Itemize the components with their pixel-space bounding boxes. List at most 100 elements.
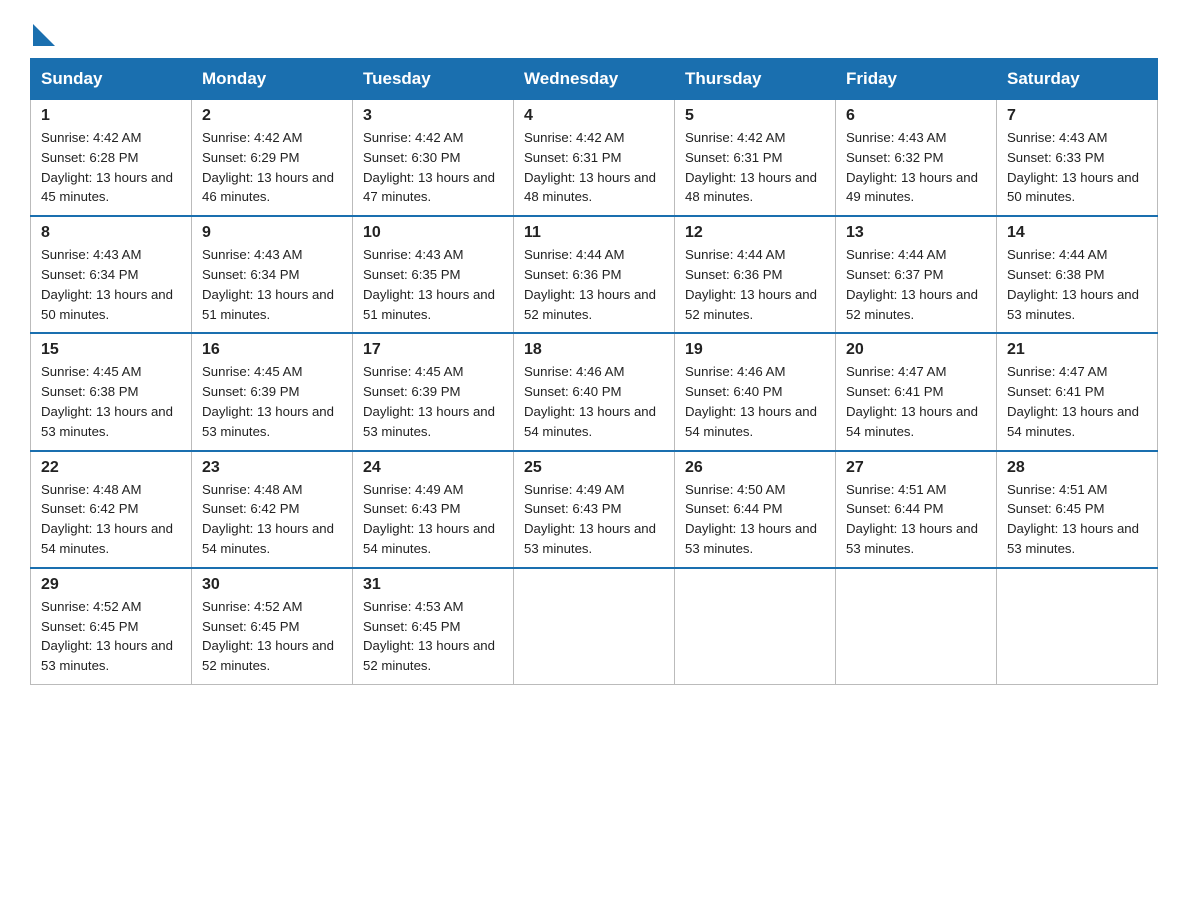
calendar-cell: 3 Sunrise: 4:42 AMSunset: 6:30 PMDayligh… [353, 100, 514, 217]
calendar-cell: 10 Sunrise: 4:43 AMSunset: 6:35 PMDaylig… [353, 216, 514, 333]
day-info: Sunrise: 4:43 AMSunset: 6:34 PMDaylight:… [41, 245, 183, 324]
day-info: Sunrise: 4:42 AMSunset: 6:31 PMDaylight:… [685, 128, 827, 207]
day-info: Sunrise: 4:46 AMSunset: 6:40 PMDaylight:… [524, 362, 666, 441]
day-number: 16 [202, 341, 344, 359]
day-number: 25 [524, 459, 666, 477]
day-info: Sunrise: 4:43 AMSunset: 6:32 PMDaylight:… [846, 128, 988, 207]
calendar-cell: 16 Sunrise: 4:45 AMSunset: 6:39 PMDaylig… [192, 333, 353, 450]
day-info: Sunrise: 4:42 AMSunset: 6:29 PMDaylight:… [202, 128, 344, 207]
day-number: 12 [685, 224, 827, 242]
day-info: Sunrise: 4:44 AMSunset: 6:37 PMDaylight:… [846, 245, 988, 324]
calendar-cell: 23 Sunrise: 4:48 AMSunset: 6:42 PMDaylig… [192, 451, 353, 568]
day-info: Sunrise: 4:48 AMSunset: 6:42 PMDaylight:… [202, 480, 344, 559]
day-info: Sunrise: 4:42 AMSunset: 6:31 PMDaylight:… [524, 128, 666, 207]
day-info: Sunrise: 4:45 AMSunset: 6:39 PMDaylight:… [202, 362, 344, 441]
day-info: Sunrise: 4:44 AMSunset: 6:36 PMDaylight:… [524, 245, 666, 324]
day-info: Sunrise: 4:50 AMSunset: 6:44 PMDaylight:… [685, 480, 827, 559]
logo [30, 20, 55, 40]
calendar-cell [997, 568, 1158, 685]
day-info: Sunrise: 4:52 AMSunset: 6:45 PMDaylight:… [202, 597, 344, 676]
day-number: 21 [1007, 341, 1149, 359]
day-number: 4 [524, 107, 666, 125]
calendar-cell: 26 Sunrise: 4:50 AMSunset: 6:44 PMDaylig… [675, 451, 836, 568]
day-number: 8 [41, 224, 183, 242]
calendar-cell: 2 Sunrise: 4:42 AMSunset: 6:29 PMDayligh… [192, 100, 353, 217]
day-number: 24 [363, 459, 505, 477]
col-header-thursday: Thursday [675, 59, 836, 100]
day-info: Sunrise: 4:51 AMSunset: 6:45 PMDaylight:… [1007, 480, 1149, 559]
calendar-cell: 21 Sunrise: 4:47 AMSunset: 6:41 PMDaylig… [997, 333, 1158, 450]
col-header-wednesday: Wednesday [514, 59, 675, 100]
day-number: 2 [202, 107, 344, 125]
calendar-cell: 9 Sunrise: 4:43 AMSunset: 6:34 PMDayligh… [192, 216, 353, 333]
calendar-week-row: 22 Sunrise: 4:48 AMSunset: 6:42 PMDaylig… [31, 451, 1158, 568]
day-number: 15 [41, 341, 183, 359]
day-info: Sunrise: 4:47 AMSunset: 6:41 PMDaylight:… [1007, 362, 1149, 441]
day-info: Sunrise: 4:43 AMSunset: 6:33 PMDaylight:… [1007, 128, 1149, 207]
logo-arrow-icon [33, 24, 55, 46]
day-number: 11 [524, 224, 666, 242]
calendar-cell: 15 Sunrise: 4:45 AMSunset: 6:38 PMDaylig… [31, 333, 192, 450]
day-info: Sunrise: 4:49 AMSunset: 6:43 PMDaylight:… [524, 480, 666, 559]
day-number: 5 [685, 107, 827, 125]
day-info: Sunrise: 4:43 AMSunset: 6:35 PMDaylight:… [363, 245, 505, 324]
day-info: Sunrise: 4:45 AMSunset: 6:39 PMDaylight:… [363, 362, 505, 441]
col-header-saturday: Saturday [997, 59, 1158, 100]
calendar-cell: 27 Sunrise: 4:51 AMSunset: 6:44 PMDaylig… [836, 451, 997, 568]
day-number: 29 [41, 576, 183, 594]
calendar-cell: 31 Sunrise: 4:53 AMSunset: 6:45 PMDaylig… [353, 568, 514, 685]
day-number: 10 [363, 224, 505, 242]
calendar-cell: 28 Sunrise: 4:51 AMSunset: 6:45 PMDaylig… [997, 451, 1158, 568]
day-number: 26 [685, 459, 827, 477]
day-info: Sunrise: 4:42 AMSunset: 6:28 PMDaylight:… [41, 128, 183, 207]
day-number: 13 [846, 224, 988, 242]
calendar-cell: 14 Sunrise: 4:44 AMSunset: 6:38 PMDaylig… [997, 216, 1158, 333]
day-number: 17 [363, 341, 505, 359]
col-header-tuesday: Tuesday [353, 59, 514, 100]
day-number: 20 [846, 341, 988, 359]
day-number: 1 [41, 107, 183, 125]
day-info: Sunrise: 4:48 AMSunset: 6:42 PMDaylight:… [41, 480, 183, 559]
col-header-sunday: Sunday [31, 59, 192, 100]
day-info: Sunrise: 4:44 AMSunset: 6:38 PMDaylight:… [1007, 245, 1149, 324]
calendar-cell: 12 Sunrise: 4:44 AMSunset: 6:36 PMDaylig… [675, 216, 836, 333]
day-number: 6 [846, 107, 988, 125]
calendar-cell: 8 Sunrise: 4:43 AMSunset: 6:34 PMDayligh… [31, 216, 192, 333]
day-number: 9 [202, 224, 344, 242]
day-number: 28 [1007, 459, 1149, 477]
calendar-week-row: 1 Sunrise: 4:42 AMSunset: 6:28 PMDayligh… [31, 100, 1158, 217]
calendar-cell: 7 Sunrise: 4:43 AMSunset: 6:33 PMDayligh… [997, 100, 1158, 217]
calendar-week-row: 15 Sunrise: 4:45 AMSunset: 6:38 PMDaylig… [31, 333, 1158, 450]
calendar-cell [514, 568, 675, 685]
calendar-cell: 29 Sunrise: 4:52 AMSunset: 6:45 PMDaylig… [31, 568, 192, 685]
day-info: Sunrise: 4:42 AMSunset: 6:30 PMDaylight:… [363, 128, 505, 207]
day-info: Sunrise: 4:53 AMSunset: 6:45 PMDaylight:… [363, 597, 505, 676]
page-header [30, 20, 1158, 40]
calendar-cell [675, 568, 836, 685]
day-number: 31 [363, 576, 505, 594]
calendar-cell: 6 Sunrise: 4:43 AMSunset: 6:32 PMDayligh… [836, 100, 997, 217]
calendar-cell: 25 Sunrise: 4:49 AMSunset: 6:43 PMDaylig… [514, 451, 675, 568]
calendar-cell [836, 568, 997, 685]
day-number: 7 [1007, 107, 1149, 125]
col-header-monday: Monday [192, 59, 353, 100]
day-info: Sunrise: 4:44 AMSunset: 6:36 PMDaylight:… [685, 245, 827, 324]
day-info: Sunrise: 4:51 AMSunset: 6:44 PMDaylight:… [846, 480, 988, 559]
calendar-cell: 22 Sunrise: 4:48 AMSunset: 6:42 PMDaylig… [31, 451, 192, 568]
calendar-cell: 19 Sunrise: 4:46 AMSunset: 6:40 PMDaylig… [675, 333, 836, 450]
calendar-cell: 30 Sunrise: 4:52 AMSunset: 6:45 PMDaylig… [192, 568, 353, 685]
day-number: 27 [846, 459, 988, 477]
col-header-friday: Friday [836, 59, 997, 100]
calendar-cell: 20 Sunrise: 4:47 AMSunset: 6:41 PMDaylig… [836, 333, 997, 450]
day-number: 19 [685, 341, 827, 359]
day-info: Sunrise: 4:43 AMSunset: 6:34 PMDaylight:… [202, 245, 344, 324]
day-info: Sunrise: 4:52 AMSunset: 6:45 PMDaylight:… [41, 597, 183, 676]
calendar-cell: 11 Sunrise: 4:44 AMSunset: 6:36 PMDaylig… [514, 216, 675, 333]
calendar-week-row: 8 Sunrise: 4:43 AMSunset: 6:34 PMDayligh… [31, 216, 1158, 333]
calendar-cell: 24 Sunrise: 4:49 AMSunset: 6:43 PMDaylig… [353, 451, 514, 568]
day-number: 18 [524, 341, 666, 359]
calendar-cell: 5 Sunrise: 4:42 AMSunset: 6:31 PMDayligh… [675, 100, 836, 217]
calendar-cell: 1 Sunrise: 4:42 AMSunset: 6:28 PMDayligh… [31, 100, 192, 217]
day-number: 22 [41, 459, 183, 477]
calendar-cell: 17 Sunrise: 4:45 AMSunset: 6:39 PMDaylig… [353, 333, 514, 450]
